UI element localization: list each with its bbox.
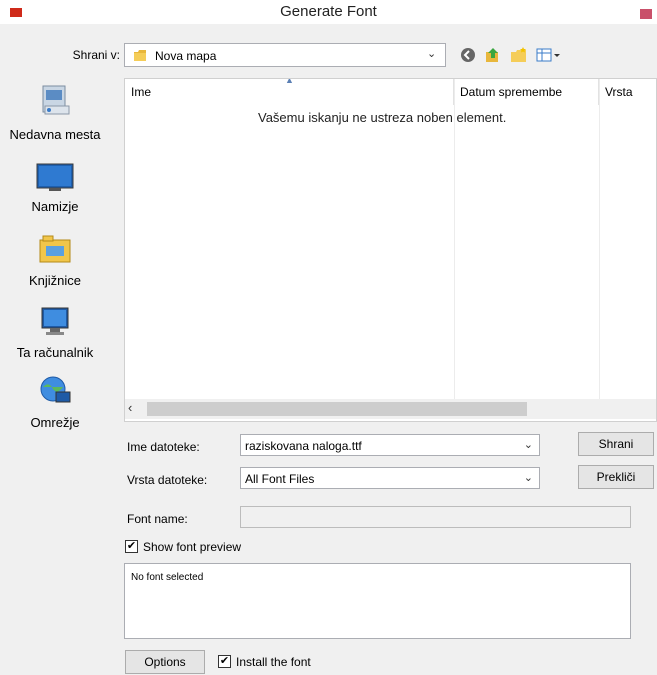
show-preview-label: Show font preview bbox=[143, 540, 242, 554]
font-preview-box: No font selected bbox=[124, 563, 631, 639]
folder-icon bbox=[134, 50, 146, 61]
scroll-left-icon[interactable]: ‹ bbox=[128, 400, 132, 415]
horizontal-scrollbar[interactable]: ‹ bbox=[125, 399, 656, 419]
chevron-down-icon[interactable]: ⌄ bbox=[524, 438, 533, 451]
install-font-checkbox[interactable]: ✔ bbox=[218, 655, 231, 668]
column-divider bbox=[454, 79, 455, 399]
network-icon bbox=[40, 376, 71, 403]
column-header-date[interactable]: Datum spremembe bbox=[454, 79, 599, 105]
file-list[interactable]: Ime ▲ Datum spremembe Vrsta Vašemu iskan… bbox=[124, 78, 657, 422]
show-preview-checkbox[interactable]: ✔ bbox=[125, 540, 138, 553]
place-recent[interactable]: Nedavna mesta bbox=[0, 84, 110, 142]
chevron-down-icon[interactable]: ⌄ bbox=[524, 471, 533, 484]
place-desktop[interactable]: Namizje bbox=[0, 162, 110, 214]
save-button[interactable]: Shrani bbox=[578, 432, 654, 456]
preview-text: No font selected bbox=[131, 572, 204, 583]
new-folder-icon[interactable] bbox=[508, 44, 530, 66]
view-menu-icon[interactable] bbox=[534, 44, 564, 66]
title-bar: Generate Font bbox=[0, 0, 657, 24]
fontname-field[interactable] bbox=[240, 506, 631, 528]
computer-icon bbox=[41, 307, 69, 335]
filetype-dropdown[interactable]: All Font Files ⌄ bbox=[240, 467, 540, 489]
column-divider bbox=[599, 79, 600, 399]
filetype-value: All Font Files bbox=[245, 472, 315, 486]
scrollbar-thumb[interactable] bbox=[147, 402, 527, 416]
filename-input[interactable]: raziskovana naloga.ttf ⌄ bbox=[240, 434, 540, 456]
column-header-type[interactable]: Vrsta bbox=[599, 79, 656, 105]
back-icon[interactable] bbox=[457, 44, 479, 66]
options-button[interactable]: Options bbox=[125, 650, 205, 674]
close-icon[interactable] bbox=[640, 9, 652, 19]
install-font-label: Install the font bbox=[236, 655, 311, 669]
place-network[interactable]: Omrežje bbox=[0, 374, 110, 430]
desktop-icon bbox=[36, 163, 74, 191]
sort-ascending-icon: ▲ bbox=[285, 78, 294, 85]
filename-value: raziskovana naloga.ttf bbox=[245, 439, 362, 453]
recent-places-icon bbox=[42, 85, 70, 115]
window-title: Generate Font bbox=[280, 3, 377, 20]
lookin-label: Shrani v: bbox=[72, 48, 120, 62]
filename-label: Ime datoteke: bbox=[127, 440, 200, 454]
cancel-button[interactable]: Prekliči bbox=[578, 465, 654, 489]
place-libraries[interactable]: Knjižnice bbox=[0, 232, 110, 288]
filetype-label: Vrsta datoteke: bbox=[127, 473, 208, 487]
empty-message: Vašemu iskanju ne ustreza noben element. bbox=[258, 110, 507, 125]
fontname-label: Font name: bbox=[127, 512, 188, 526]
up-folder-icon[interactable] bbox=[482, 44, 504, 66]
place-computer[interactable]: Ta računalnik bbox=[0, 304, 110, 360]
libraries-icon bbox=[39, 235, 71, 263]
lookin-value: Nova mapa bbox=[155, 49, 217, 63]
chevron-down-icon[interactable]: ⌄ bbox=[427, 47, 436, 60]
